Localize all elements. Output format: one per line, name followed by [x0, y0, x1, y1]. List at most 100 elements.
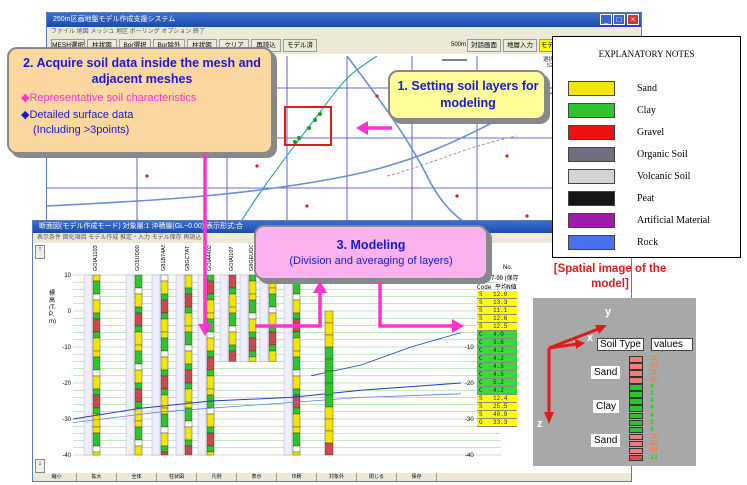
value-row: S 11.1 [477, 307, 517, 315]
boring-layer [134, 344, 143, 352]
map-menu-text[interactable]: ファイル 地図 メッシュ 地区 ボーリング オプション 終了 [51, 29, 205, 35]
value-row: S 40.9 [477, 411, 517, 419]
model-value-label: 40 [650, 446, 658, 454]
boring-layer [160, 426, 169, 434]
step2-callout: 2. Acquire soil data inside the mesh and… [7, 47, 273, 154]
right-header-no: No. [503, 265, 513, 271]
bottom-tab-bar: 縮小 拡大 全体 柱状図 凡例 表示 印刷 対象外 閉じる 保存 [33, 473, 631, 481]
legend-swatch-artificial-material [568, 213, 615, 228]
boring-layer [92, 375, 101, 390]
model-value-label: 4 [650, 425, 654, 433]
axis-x-label: x [587, 332, 594, 344]
layer-input-button[interactable]: 地層入力 [503, 39, 537, 52]
bottom-tab-8[interactable]: 閉じる [357, 473, 397, 481]
boring-layer [92, 451, 101, 456]
bottom-tab-4[interactable]: 凡例 [197, 473, 237, 481]
value-row: C 3.6 [477, 339, 517, 347]
boring-layer [92, 426, 101, 434]
boring-layer [206, 388, 215, 396]
value-n: 40.9 [493, 411, 508, 418]
boring-layer [92, 331, 101, 339]
value-n: 12.0 [493, 291, 508, 298]
boring-layer [160, 293, 169, 301]
boring-layer [206, 280, 215, 295]
value-code: C [479, 363, 483, 370]
sand-bottom-label: Sand [591, 434, 621, 447]
model-layer [324, 322, 334, 336]
boring-layer [92, 356, 101, 371]
dialog-screen-button[interactable]: 対話画面 [467, 39, 501, 52]
model-layer [324, 406, 334, 420]
axis-y-label: y [605, 306, 612, 318]
x-arrowhead [575, 339, 585, 349]
boring-layer [292, 312, 301, 320]
boring-layer [160, 312, 169, 320]
model-value-label: 13 [650, 362, 658, 370]
scroll-down-button[interactable]: ↓ [35, 459, 45, 473]
step2-bullet-1: ◆Representative soil characteristics [21, 92, 197, 104]
value-code: S [479, 315, 483, 322]
y-tick-label: 10 [64, 273, 71, 279]
bottom-tab-7[interactable]: 対象外 [317, 473, 357, 481]
boring-layer [228, 325, 237, 333]
scroll-up-button[interactable]: ↑ [35, 245, 45, 259]
boring-layer [134, 325, 143, 333]
boring-id-label: GO5UD00 [135, 245, 141, 271]
model-layer [324, 358, 334, 372]
boring-layer [292, 369, 301, 377]
maximize-button[interactable]: □ [613, 14, 625, 25]
value-code: C [479, 339, 483, 346]
model-value-label: 4 [650, 404, 654, 412]
boring-layer [160, 350, 169, 358]
value-code: S [479, 395, 483, 402]
boring-layer [292, 356, 301, 371]
legend-label-clay: Clay [637, 105, 656, 116]
bottom-tab-9[interactable]: 保存 [397, 473, 437, 481]
bottom-tabs: 縮小 拡大 全体 柱状図 凡例 表示 印刷 対象外 閉じる 保存 [37, 473, 437, 481]
legend-swatch-sand [568, 81, 615, 96]
boring-layer [134, 445, 143, 456]
section-menu-text[interactable]: 表示条件 図化項目 モデル作成 推定・入力 モデル保存 再読込 [37, 235, 201, 241]
value-row: C 5.2 [477, 379, 517, 387]
right-tick-label: -30 [465, 417, 474, 423]
legend-swatch-peat [568, 191, 615, 206]
value-code: S [479, 299, 483, 306]
value-row: S 25.5 [477, 403, 517, 411]
model-cell-clay [629, 398, 643, 405]
model-cell-sand [629, 377, 643, 384]
value-row: S 12.6 [477, 315, 517, 323]
boring-layer [160, 388, 169, 396]
model-value-label: 3 [650, 390, 654, 398]
boring-id-label: GOIAI107 [229, 247, 235, 271]
boring-layer [160, 331, 169, 339]
section-window-title: 断面図(モデル作成モード) 対象層:1 沖積層(GL~0.00) 表示形式:合 [39, 223, 243, 230]
model-cell-sand [629, 356, 643, 363]
bottom-tab-6[interactable]: 印刷 [277, 473, 317, 481]
boring-layer [268, 350, 277, 362]
value-n: 11.1 [493, 307, 508, 314]
boring-id-label: GOIA1103 [93, 245, 99, 271]
model-column [629, 356, 643, 462]
bottom-tab-2[interactable]: 全体 [117, 473, 157, 481]
close-button[interactable]: × [627, 14, 639, 25]
model-cell-clay [629, 426, 643, 434]
boring-layer [184, 350, 193, 365]
model-value-label: 4 [650, 411, 654, 419]
boring-layer [92, 274, 101, 282]
z-arrowhead [544, 412, 554, 424]
bottom-tab-5[interactable]: 表示 [237, 473, 277, 481]
model-value-label: 5 [650, 418, 654, 426]
y-tick-label: -40 [62, 453, 71, 459]
model-layer [324, 382, 334, 396]
value-n: 4.5 [493, 363, 504, 370]
bottom-tab-3[interactable]: 柱状図 [157, 473, 197, 481]
boring-layer [184, 325, 193, 333]
bottom-tab-0[interactable]: 縮小 [37, 473, 77, 481]
tool-modeled-button[interactable]: モデル済 [283, 39, 317, 52]
boring-layer [134, 401, 143, 409]
legend-label-peat: Peat [637, 193, 655, 204]
boring-id-label: G8GC7AT1 [185, 245, 191, 271]
bottom-tab-1[interactable]: 拡大 [77, 473, 117, 481]
boring-layer [92, 337, 101, 352]
minimize-button[interactable]: _ [600, 14, 612, 25]
